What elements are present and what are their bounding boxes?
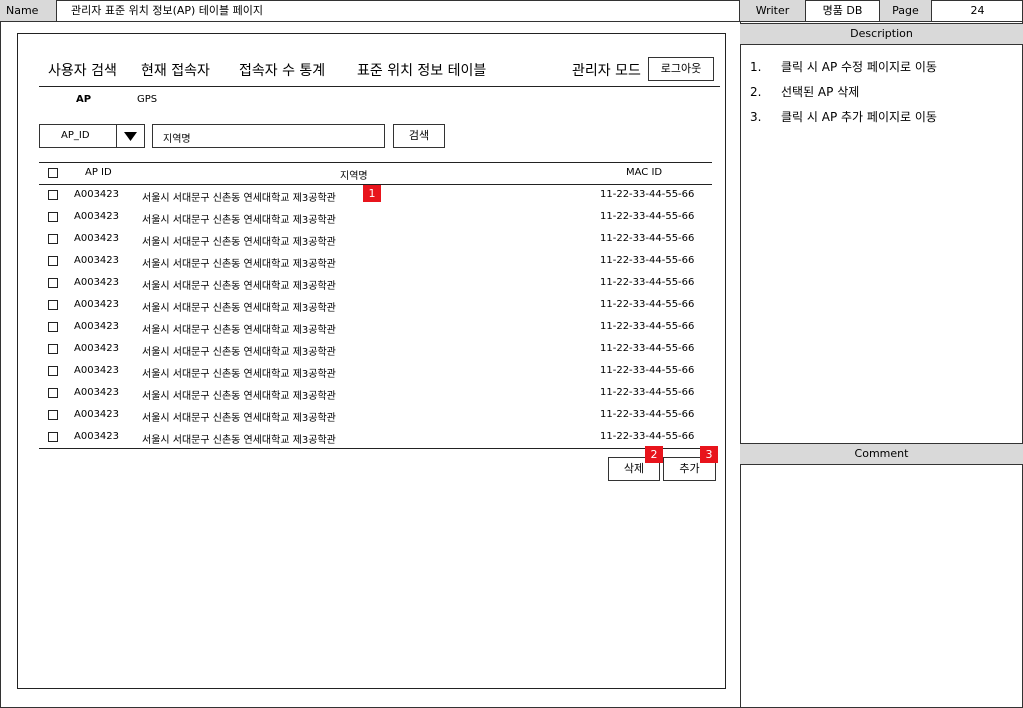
- search-button[interactable]: 검색: [393, 124, 445, 148]
- cell-ap-id: A003423: [74, 321, 120, 332]
- cell-mac-id: 11-22-33-44-55-66: [600, 431, 695, 442]
- description-num: 2.: [750, 85, 762, 99]
- cell-ap-id: A003423: [74, 211, 120, 222]
- cell-region[interactable]: 서울시 서대문구 신촌동 연세대학교 제3공학관: [142, 431, 336, 446]
- nav-divider: [39, 86, 720, 87]
- cell-region[interactable]: 서울시 서대문구 신촌동 연세대학교 제3공학관: [142, 365, 336, 380]
- row-checkbox[interactable]: [48, 278, 58, 288]
- cell-mac-id: 11-22-33-44-55-66: [600, 189, 695, 200]
- row-checkbox[interactable]: [48, 234, 58, 244]
- row-checkbox[interactable]: [48, 344, 58, 354]
- select-all-checkbox[interactable]: [48, 168, 58, 178]
- logout-button[interactable]: 로그아웃: [648, 57, 714, 81]
- cell-mac-id: 11-22-33-44-55-66: [600, 211, 695, 222]
- tab-gps[interactable]: GPS: [137, 94, 157, 105]
- cell-region[interactable]: 서울시 서대문구 신촌동 연세대학교 제3공학관: [142, 211, 336, 226]
- nav-current-users[interactable]: 현재 접속자: [141, 60, 210, 80]
- row-checkbox[interactable]: [48, 190, 58, 200]
- row-checkbox[interactable]: [48, 212, 58, 222]
- table-bottom-border: [39, 448, 712, 449]
- description-text: 클릭 시 AP 수정 페이지로 이동: [781, 60, 937, 74]
- cell-region[interactable]: 서울시 서대문구 신촌동 연세대학교 제3공학관: [142, 233, 336, 248]
- cell-ap-id: A003423: [74, 409, 120, 420]
- cell-region[interactable]: 서울시 서대문구 신촌동 연세대학교 제3공학관: [142, 321, 336, 336]
- row-checkbox[interactable]: [48, 432, 58, 442]
- description-num: 3.: [750, 110, 762, 124]
- triangle-down-icon: [124, 132, 137, 141]
- search-field-select[interactable]: AP_ID: [39, 124, 145, 148]
- cell-ap-id: A003423: [74, 343, 120, 354]
- row-checkbox[interactable]: [48, 256, 58, 266]
- panel-divider: [740, 22, 741, 708]
- annotation-marker-2: 2: [645, 446, 663, 463]
- comment-title: Comment: [740, 443, 1023, 465]
- cell-mac-id: 11-22-33-44-55-66: [600, 277, 695, 288]
- cell-ap-id: A003423: [74, 233, 120, 244]
- page-name: 관리자 표준 위치 정보(AP) 테이블 페이지: [57, 0, 740, 22]
- page-label: Page: [880, 0, 932, 22]
- cell-mac-id: 11-22-33-44-55-66: [600, 321, 695, 332]
- tab-ap[interactable]: AP: [76, 94, 91, 105]
- row-checkbox[interactable]: [48, 300, 58, 310]
- cell-mac-id: 11-22-33-44-55-66: [600, 409, 695, 420]
- description-text: 클릭 시 AP 추가 페이지로 이동: [781, 110, 937, 124]
- description-num: 1.: [750, 60, 762, 74]
- description-item-2: 2. 선택된 AP 삭제: [750, 83, 859, 100]
- nav-user-stats[interactable]: 접속자 수 통계: [239, 60, 325, 80]
- name-label: Name: [0, 0, 57, 22]
- description-item-3: 3. 클릭 시 AP 추가 페이지로 이동: [750, 108, 937, 125]
- cell-mac-id: 11-22-33-44-55-66: [600, 343, 695, 354]
- row-checkbox[interactable]: [48, 322, 58, 332]
- dropdown-button[interactable]: [116, 124, 145, 148]
- description-text: 선택된 AP 삭제: [781, 85, 860, 99]
- description-title: Description: [740, 23, 1023, 45]
- cell-ap-id: A003423: [74, 387, 120, 398]
- search-input[interactable]: 지역명: [152, 124, 385, 148]
- row-checkbox[interactable]: [48, 388, 58, 398]
- cell-mac-id: 11-22-33-44-55-66: [600, 365, 695, 376]
- cell-region[interactable]: 서울시 서대문구 신촌동 연세대학교 제3공학관: [142, 409, 336, 424]
- cell-mac-id: 11-22-33-44-55-66: [600, 233, 695, 244]
- cell-ap-id: A003423: [74, 365, 120, 376]
- column-header-mac-id: MAC ID: [626, 167, 663, 178]
- page-number: 24: [932, 0, 1023, 22]
- column-header-region: 지역명: [340, 171, 368, 182]
- row-checkbox[interactable]: [48, 366, 58, 376]
- cell-region[interactable]: 서울시 서대문구 신촌동 연세대학교 제3공학관: [142, 387, 336, 402]
- cell-ap-id: A003423: [74, 431, 120, 442]
- cell-region[interactable]: 서울시 서대문구 신촌동 연세대학교 제3공학관: [142, 255, 336, 270]
- row-checkbox[interactable]: [48, 410, 58, 420]
- nav-location-table[interactable]: 표준 위치 정보 테이블: [357, 60, 486, 80]
- cell-region[interactable]: 서울시 서대문구 신촌동 연세대학교 제3공학관: [142, 299, 336, 314]
- cell-region[interactable]: 서울시 서대문구 신촌동 연세대학교 제3공학관: [142, 343, 336, 358]
- cell-mac-id: 11-22-33-44-55-66: [600, 387, 695, 398]
- search-field-value: AP_ID: [61, 130, 90, 141]
- admin-mode-label: 관리자 모드: [572, 63, 641, 79]
- cell-ap-id: A003423: [74, 189, 120, 200]
- cell-ap-id: A003423: [74, 255, 120, 266]
- cell-region[interactable]: 서울시 서대문구 신촌동 연세대학교 제3공학관: [142, 277, 336, 292]
- nav-user-search[interactable]: 사용자 검색: [48, 60, 117, 80]
- writer-label: Writer: [740, 0, 806, 22]
- cell-mac-id: 11-22-33-44-55-66: [600, 255, 695, 266]
- cell-mac-id: 11-22-33-44-55-66: [600, 299, 695, 310]
- table-top-border: [39, 162, 712, 163]
- annotation-marker-1: 1: [363, 185, 381, 202]
- cell-region[interactable]: 서울시 서대문구 신촌동 연세대학교 제3공학관: [142, 189, 336, 204]
- column-header-ap-id: AP ID: [85, 167, 112, 178]
- writer-value: 명품 DB: [806, 0, 880, 22]
- cell-ap-id: A003423: [74, 299, 120, 310]
- search-input-value: 지역명: [163, 134, 191, 145]
- description-item-1: 1. 클릭 시 AP 수정 페이지로 이동: [750, 58, 937, 75]
- cell-ap-id: A003423: [74, 277, 120, 288]
- annotation-marker-3: 3: [700, 446, 718, 463]
